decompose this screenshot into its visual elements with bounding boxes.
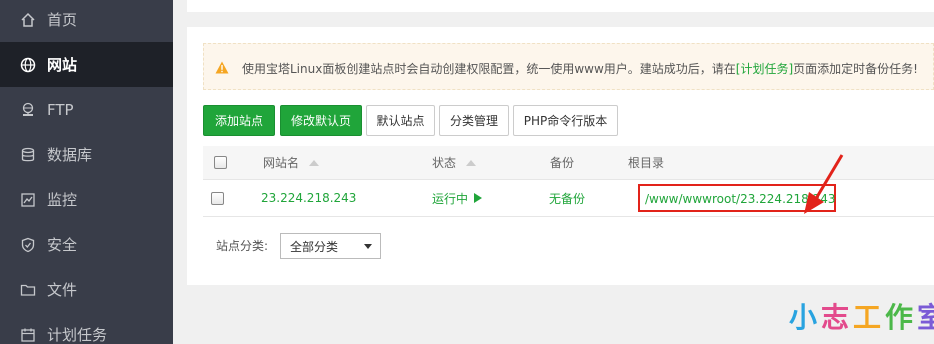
column-header-name[interactable]: 网站名	[263, 146, 320, 179]
sidebar-item-monitor[interactable]: 监控	[0, 177, 173, 222]
category-manage-button[interactable]: 分类管理	[439, 105, 509, 136]
sidebar-item-ftp[interactable]: FTP	[0, 87, 173, 132]
sidebar-item-database[interactable]: 数据库	[0, 132, 173, 177]
globe-icon	[20, 57, 36, 73]
watermark-char: 室	[917, 301, 934, 334]
database-icon	[20, 147, 36, 163]
backup-link[interactable]: 无备份	[549, 180, 585, 216]
watermark-char: 志	[821, 301, 854, 334]
watermark-char: 工	[853, 301, 886, 334]
sidebar-item-security[interactable]: 安全	[0, 222, 173, 267]
folder-icon	[20, 282, 36, 298]
column-header-status[interactable]: 状态	[432, 146, 477, 179]
sort-asc-icon	[309, 159, 320, 166]
row-checkbox[interactable]	[211, 180, 224, 216]
sidebar-item-label: 安全	[47, 236, 78, 254]
shield-icon	[20, 237, 36, 253]
notice-text: 使用宝塔Linux面板创建站点时会自动创建权限配置，统一使用www用户。建站成功…	[242, 62, 918, 76]
add-site-button[interactable]: 添加站点	[203, 105, 275, 136]
select-all-checkbox[interactable]	[214, 146, 227, 179]
annotation-arrow-icon	[804, 154, 844, 214]
top-panel	[187, 0, 934, 12]
site-status-toggle[interactable]: 运行中	[432, 180, 483, 216]
notice-bar: 使用宝塔Linux面板创建站点时会自动创建权限配置，统一使用www用户。建站成功…	[203, 43, 934, 90]
sidebar-item-files[interactable]: 文件	[0, 267, 173, 312]
site-category-label: 站点分类:	[216, 239, 269, 253]
php-cli-version-button[interactable]: PHP命令行版本	[513, 105, 618, 136]
watermark-char: 小	[789, 301, 822, 334]
sidebar-item-label: FTP	[47, 100, 74, 119]
sidebar-item-label: 监控	[47, 191, 78, 209]
column-header-backup: 备份	[550, 156, 575, 170]
warning-icon	[215, 61, 229, 74]
sidebar: 首页 网站 FTP 数据库 监控 安全 文件 计划任务	[0, 0, 173, 344]
home-icon	[20, 12, 36, 28]
sidebar-item-label: 文件	[47, 281, 78, 299]
sidebar-item-cron[interactable]: 计划任务	[0, 312, 173, 344]
site-name-link[interactable]: 23.224.218.243	[261, 180, 356, 216]
site-category-selected: 全部分类	[290, 239, 339, 254]
calendar-icon	[20, 327, 36, 343]
sidebar-item-label: 计划任务	[47, 326, 108, 344]
sidebar-item-website[interactable]: 网站	[0, 42, 173, 87]
edit-default-page-button[interactable]: 修改默认页	[280, 105, 362, 136]
chevron-down-icon	[364, 244, 372, 249]
sidebar-item-label: 网站	[47, 56, 78, 74]
play-icon	[474, 193, 483, 203]
default-site-button[interactable]: 默认站点	[366, 105, 435, 136]
sidebar-item-label: 首页	[47, 11, 78, 29]
monitor-icon	[20, 192, 36, 208]
site-category-select[interactable]: 全部分类	[280, 233, 381, 259]
column-header-root: 根目录	[628, 156, 665, 170]
cron-task-link[interactable]: [计划任务]	[736, 62, 793, 76]
watermark-logo: 小志工作室	[789, 296, 934, 336]
sort-asc-icon	[466, 159, 477, 166]
sidebar-item-label: 数据库	[47, 146, 93, 164]
ftp-icon	[20, 102, 36, 118]
watermark-char: 作	[885, 301, 918, 334]
sidebar-item-home[interactable]: 首页	[0, 0, 173, 42]
